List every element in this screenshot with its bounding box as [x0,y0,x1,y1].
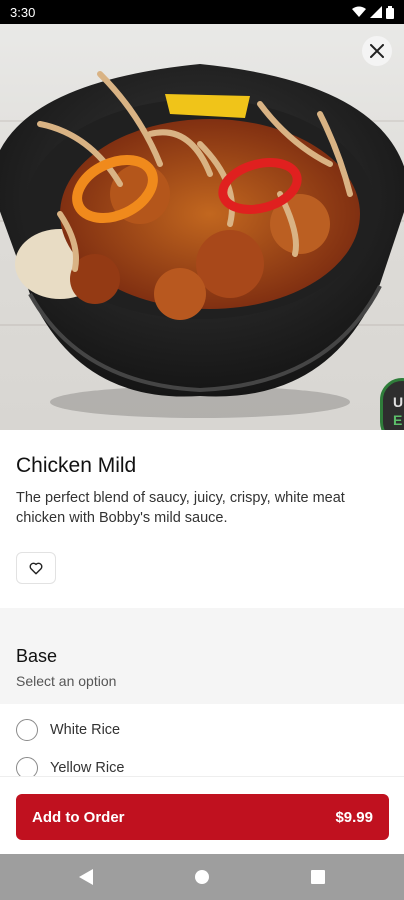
signal-icon [370,6,382,18]
item-description: The perfect blend of saucy, juicy, crisp… [16,490,345,526]
status-time: 3:30 [10,4,36,20]
add-to-order-label: Add to Order [32,808,125,826]
battery-icon [386,5,394,19]
radio-button[interactable] [16,719,38,741]
base-options-list: White Rice Yellow Rice [0,704,404,776]
item-info: Chicken Mild The perfect blend of saucy,… [0,430,404,608]
section-subtitle: Select an option [16,673,117,689]
footer-bar: Add to Order $9.99 [0,776,404,854]
option-label: White Rice [50,722,121,738]
option-white-rice[interactable]: White Rice [16,719,120,741]
food-bowl-illustration [0,64,404,418]
wifi-icon [352,6,366,17]
nav-back-button[interactable] [74,865,98,889]
nav-recents-button[interactable] [306,865,330,889]
base-section-header: Base Select an option [0,608,404,704]
status-icons [352,5,394,19]
close-button[interactable] [362,36,392,66]
radio-button[interactable] [16,757,38,776]
badge-text-line1: U [393,394,404,410]
close-icon [370,44,384,58]
option-yellow-rice[interactable]: Yellow Rice [16,757,124,776]
item-title: Chicken Mild [16,454,137,477]
option-label: Yellow Rice [50,760,125,776]
item-image: U E [0,24,404,430]
nav-home-button[interactable] [190,865,214,889]
favorite-button[interactable] [16,552,56,584]
system-nav-bar [0,854,404,900]
status-bar: 3:30 [0,0,404,24]
recents-square-icon [311,870,325,884]
promo-badge: U E [380,378,404,430]
section-title: Base [16,646,58,666]
home-circle-icon [195,870,209,884]
back-triangle-icon [79,869,93,885]
heart-outline-icon [29,562,43,574]
add-to-order-button[interactable]: Add to Order $9.99 [16,794,389,840]
item-price: $9.99 [335,808,373,826]
badge-text-line2: E [393,412,403,428]
